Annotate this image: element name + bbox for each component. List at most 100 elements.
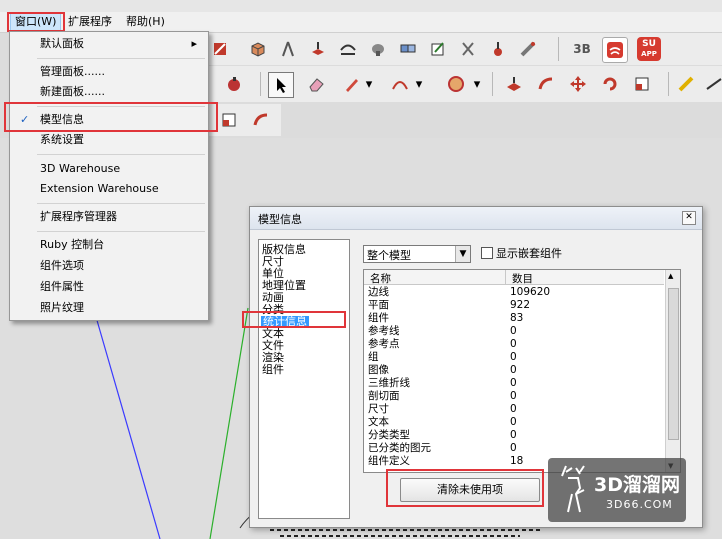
table-row[interactable]: 参考线 0 <box>364 325 674 338</box>
chevron-down-icon[interactable]: ▾ <box>362 72 376 96</box>
row-count: 0 <box>510 338 517 350</box>
highlight-statistics-category <box>242 311 346 328</box>
table-row[interactable]: 参考点 0 <box>364 338 674 351</box>
pushpull-icon[interactable] <box>306 37 330 61</box>
menu-help[interactable]: 帮助(H) <box>122 14 169 30</box>
bomb-icon[interactable] <box>222 72 246 96</box>
pin-icon[interactable] <box>486 37 510 61</box>
column-header-name[interactable]: 名称 <box>370 271 391 286</box>
row-count: 0 <box>510 377 517 389</box>
scrollbar-thumb[interactable] <box>668 288 679 440</box>
row-name: 边线 <box>368 286 389 298</box>
scroll-up-icon[interactable]: ▲ <box>668 272 673 280</box>
toolbar-separator <box>260 72 261 96</box>
arc-tool-icon[interactable] <box>388 72 412 96</box>
pencil-icon[interactable] <box>340 72 364 96</box>
show-nested-checkbox[interactable] <box>481 247 493 259</box>
row-name: 图像 <box>368 364 389 376</box>
category-item[interactable]: 组件 <box>262 364 284 376</box>
menu-item-component-attributes[interactable]: 组件属性 <box>11 277 207 297</box>
menu-item-extension-warehouse[interactable]: Extension Warehouse <box>11 179 207 199</box>
close-icon[interactable]: ✕ <box>682 211 696 225</box>
row-count: 0 <box>510 429 517 441</box>
wifi-icon[interactable] <box>602 37 628 63</box>
chevron-down-icon[interactable]: ▾ <box>470 72 484 96</box>
scissor-icon[interactable] <box>456 37 480 61</box>
box-icon[interactable] <box>246 37 270 61</box>
table-row[interactable]: 边线 109620 <box>364 286 674 299</box>
menu-item-ruby-console[interactable]: Ruby 控制台 <box>11 235 207 255</box>
table-row[interactable]: 图像 0 <box>364 364 674 377</box>
table-header: 名称 数目 <box>364 270 664 285</box>
menu-item-photo-textures[interactable]: 照片纹理 <box>11 298 207 318</box>
su-app-icon[interactable]: SU APP <box>636 36 662 62</box>
pushpull-tool-icon[interactable] <box>502 72 526 96</box>
row-count: 922 <box>510 299 531 311</box>
table-row[interactable]: 组件 83 <box>364 312 674 325</box>
highlight-window-menu <box>7 12 65 32</box>
toolbar-row-1: 3B SU APP <box>200 33 722 65</box>
table-row[interactable]: 尺寸 0 <box>364 403 674 416</box>
compass-icon[interactable] <box>276 37 300 61</box>
tape-measure-icon[interactable] <box>674 72 698 96</box>
followme-icon[interactable] <box>249 108 273 132</box>
row-count: 0 <box>510 390 517 402</box>
row-name: 三维折线 <box>368 377 410 389</box>
paint-icon[interactable] <box>208 37 232 61</box>
eraser-icon[interactable] <box>304 72 328 96</box>
statistics-table: 名称 数目 边线 109620 平面 922 组件 83 参考线 0 参考点 0 组 0 图像 0 三维折线… <box>363 269 681 473</box>
category-list: 版权信息 尺寸 单位 地理位置 动画 分类 统计信息 文本 文件 渲染 组件 <box>258 239 350 519</box>
row-count: 0 <box>510 442 517 454</box>
table-row[interactable]: 剖切面 0 <box>364 390 674 403</box>
3b-icon[interactable]: 3B <box>570 37 594 61</box>
menu-extensions[interactable]: 扩展程序 <box>64 14 116 30</box>
scope-select[interactable]: 整个模型 ▼ <box>363 245 471 263</box>
row-count: 0 <box>510 364 517 376</box>
menu-item-component-options[interactable]: 组件选项 <box>11 256 207 276</box>
menu-divider <box>37 203 205 204</box>
dialog-titlebar[interactable]: 模型信息 ✕ <box>250 207 702 230</box>
menu-divider <box>37 58 205 59</box>
scale-icon[interactable] <box>630 72 654 96</box>
circle-tool-icon[interactable] <box>444 72 468 96</box>
edit-component-icon[interactable] <box>426 37 450 61</box>
toolbar-separator <box>668 72 669 96</box>
menu-item-default-tray[interactable]: 默认面板 ▸ <box>11 34 207 54</box>
highlight-purge-button <box>386 469 544 507</box>
watermark-logo: 3D溜溜网 3D66.COM <box>548 458 686 522</box>
move-icon[interactable] <box>566 72 590 96</box>
arc-icon[interactable] <box>336 37 360 61</box>
scale-icon[interactable] <box>217 108 241 132</box>
chevron-down-icon[interactable]: ▼ <box>455 246 470 262</box>
menubar: 窗口(W) 扩展程序 帮助(H) <box>0 12 722 33</box>
rotate-icon[interactable] <box>598 72 622 96</box>
dimension-icon[interactable] <box>702 72 722 96</box>
table-row[interactable]: 已分类的图元 0 <box>364 442 674 455</box>
table-row[interactable]: 文本 0 <box>364 416 674 429</box>
table-row[interactable]: 三维折线 0 <box>364 377 674 390</box>
table-row[interactable]: 平面 922 <box>364 299 674 312</box>
column-header-count[interactable]: 数目 <box>512 271 533 286</box>
select-arrow-icon[interactable] <box>268 72 294 98</box>
table-row[interactable]: 分类类型 0 <box>364 429 674 442</box>
pipe-icon[interactable] <box>516 37 540 61</box>
menu-divider <box>37 154 205 155</box>
menu-item-extension-manager[interactable]: 扩展程序管理器 <box>11 207 207 227</box>
menu-item-manage-trays[interactable]: 管理面板...... <box>11 62 207 82</box>
column-divider[interactable] <box>505 270 506 284</box>
chevron-down-icon[interactable]: ▾ <box>412 72 426 96</box>
row-name: 尺寸 <box>368 403 389 415</box>
row-name: 组件 <box>368 312 389 324</box>
brush-icon[interactable] <box>366 37 390 61</box>
row-name: 已分类的图元 <box>368 442 431 454</box>
followme-icon[interactable] <box>534 72 558 96</box>
row-name: 分类类型 <box>368 429 410 441</box>
menu-item-3d-warehouse[interactable]: 3D Warehouse <box>11 159 207 179</box>
table-row[interactable]: 组0 <box>364 351 674 364</box>
table-scrollbar[interactable]: ▲ ▼ <box>665 270 680 472</box>
row-name: 平面 <box>368 299 389 311</box>
menu-item-preferences[interactable]: 系统设置 <box>11 130 207 150</box>
menu-item-new-tray[interactable]: 新建面板...... <box>11 82 207 102</box>
row-name: 参考线 <box>368 325 400 337</box>
cubes-icon[interactable] <box>396 37 420 61</box>
